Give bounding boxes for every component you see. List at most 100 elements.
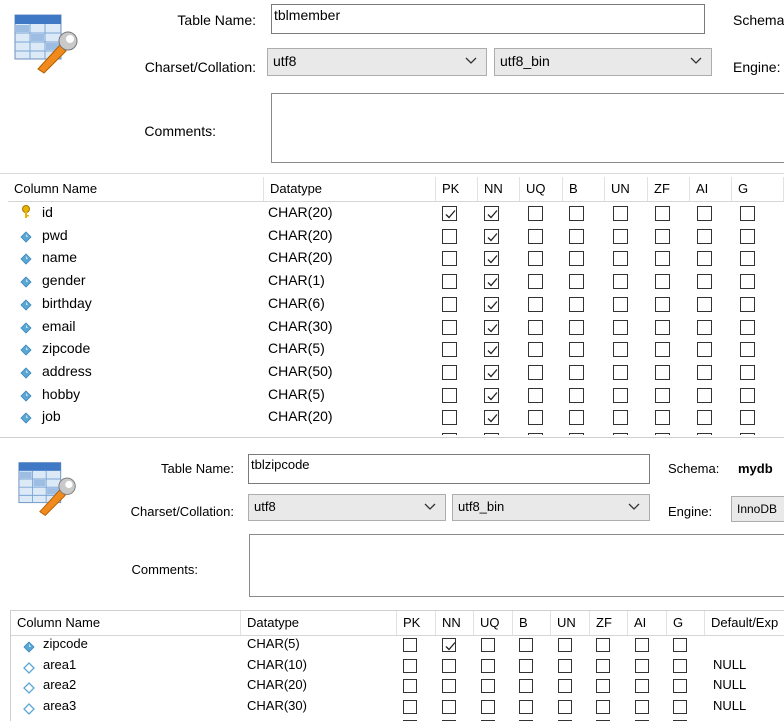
g-checkbox[interactable] <box>740 251 755 267</box>
zf-checkbox[interactable] <box>655 342 670 358</box>
column-name[interactable]: id <box>42 204 53 220</box>
b-checkbox[interactable] <box>569 228 584 244</box>
column-name[interactable]: zipcode <box>42 340 90 356</box>
pk-checkbox[interactable] <box>403 638 417 652</box>
g-checkbox[interactable] <box>740 228 755 244</box>
table-row[interactable]: area2 CHAR(20) NULL <box>11 676 784 697</box>
zf-checkbox[interactable] <box>655 228 670 244</box>
un-checkbox[interactable] <box>613 364 628 380</box>
table-row[interactable]: pwd CHAR(20) <box>8 225 784 248</box>
column-header-datatype[interactable]: Datatype <box>241 611 397 635</box>
pk-checkbox[interactable] <box>403 699 417 714</box>
column-datatype[interactable]: CHAR(6) <box>268 295 325 311</box>
table-row[interactable]: zipcode CHAR(5) <box>8 338 784 361</box>
un-checkbox[interactable] <box>613 410 628 426</box>
column-header-uq[interactable]: UQ <box>520 177 563 201</box>
ai-checkbox[interactable] <box>635 638 649 652</box>
table-row[interactable]: gender CHAR(1) <box>8 270 784 293</box>
ai-checkbox[interactable] <box>697 319 712 335</box>
collation-select[interactable]: utf8_bin <box>494 48 712 76</box>
zf-checkbox[interactable] <box>655 206 670 221</box>
column-name[interactable]: area1 <box>43 657 76 672</box>
table-row[interactable]: hobby CHAR(5) <box>8 384 784 407</box>
charset-select[interactable]: utf8 <box>248 494 446 521</box>
zf-checkbox[interactable] <box>596 638 610 652</box>
uq-checkbox[interactable] <box>528 387 543 403</box>
ai-checkbox[interactable] <box>697 206 712 221</box>
pk-checkbox[interactable] <box>442 206 457 221</box>
ai-checkbox[interactable] <box>697 274 712 290</box>
b-checkbox[interactable] <box>569 319 584 335</box>
column-datatype[interactable]: CHAR(30) <box>268 318 333 334</box>
pk-checkbox[interactable] <box>442 387 457 403</box>
column-header-pk[interactable]: PK <box>397 611 436 635</box>
nn-checkbox[interactable] <box>442 638 456 652</box>
b-checkbox[interactable] <box>519 658 533 673</box>
uq-checkbox[interactable] <box>528 342 543 358</box>
uq-checkbox[interactable] <box>528 228 543 244</box>
table-row[interactable]: address CHAR(50) <box>8 361 784 384</box>
table-row[interactable]: area1 CHAR(10) NULL <box>11 656 784 677</box>
ai-checkbox[interactable] <box>697 296 712 312</box>
table-row[interactable]: birthday CHAR(6) <box>8 293 784 316</box>
column-header-column-name[interactable]: Column Name <box>11 611 241 635</box>
column-header-b[interactable]: B <box>513 611 551 635</box>
b-checkbox[interactable] <box>519 638 533 652</box>
zf-checkbox[interactable] <box>655 364 670 380</box>
ai-checkbox[interactable] <box>697 364 712 380</box>
b-checkbox[interactable] <box>569 387 584 403</box>
comments-textarea[interactable] <box>249 534 784 597</box>
g-checkbox[interactable] <box>740 387 755 403</box>
column-header-zf[interactable]: ZF <box>648 177 690 201</box>
columns-grid[interactable]: Column Name Datatype PK NN UQ B UN ZF AI G id CHAR… <box>8 177 784 435</box>
table-row[interactable]: zipcode CHAR(5) <box>11 635 784 656</box>
column-datatype[interactable]: CHAR(1) <box>268 272 325 288</box>
uq-checkbox[interactable] <box>528 364 543 380</box>
column-datatype[interactable]: CHAR(20) <box>268 249 333 265</box>
nn-checkbox[interactable] <box>484 296 499 312</box>
column-header-un[interactable]: UN <box>551 611 590 635</box>
charset-select[interactable]: utf8 <box>267 48 487 76</box>
ai-checkbox[interactable] <box>635 679 649 693</box>
nn-checkbox[interactable] <box>484 387 499 403</box>
uq-checkbox[interactable] <box>481 638 495 652</box>
pk-checkbox[interactable] <box>403 679 417 693</box>
nn-checkbox[interactable] <box>484 410 499 426</box>
table-row[interactable]: name CHAR(20) <box>8 247 784 270</box>
column-default-value[interactable]: NULL <box>713 657 746 672</box>
table-row[interactable]: area3 CHAR(30) NULL <box>11 697 784 718</box>
column-default-value[interactable]: NULL <box>713 698 746 713</box>
column-datatype[interactable]: CHAR(20) <box>247 677 307 692</box>
column-datatype[interactable]: CHAR(30) <box>247 698 307 713</box>
pk-checkbox[interactable] <box>442 342 457 358</box>
b-checkbox[interactable] <box>519 679 533 693</box>
g-checkbox[interactable] <box>740 319 755 335</box>
uq-checkbox[interactable] <box>481 658 495 673</box>
pk-checkbox[interactable] <box>442 364 457 380</box>
engine-select[interactable]: InnoDB <box>731 496 784 522</box>
column-header-uq[interactable]: UQ <box>474 611 513 635</box>
g-checkbox[interactable] <box>740 206 755 221</box>
g-checkbox[interactable] <box>673 658 687 673</box>
un-checkbox[interactable] <box>558 699 572 714</box>
column-default-value[interactable]: NULL <box>713 677 746 692</box>
column-header-nn[interactable]: NN <box>478 177 520 201</box>
pk-checkbox[interactable] <box>442 228 457 244</box>
ai-checkbox[interactable] <box>697 410 712 426</box>
nn-checkbox[interactable] <box>484 364 499 380</box>
uq-checkbox[interactable] <box>528 296 543 312</box>
uq-checkbox[interactable] <box>528 319 543 335</box>
pk-checkbox[interactable] <box>442 251 457 267</box>
table-row[interactable]: email CHAR(30) <box>8 316 784 339</box>
ai-checkbox[interactable] <box>697 228 712 244</box>
column-header-ai[interactable]: AI <box>690 177 732 201</box>
b-checkbox[interactable] <box>569 251 584 267</box>
b-checkbox[interactable] <box>569 364 584 380</box>
un-checkbox[interactable] <box>613 228 628 244</box>
ai-checkbox[interactable] <box>635 699 649 714</box>
zf-checkbox[interactable] <box>655 387 670 403</box>
nn-checkbox[interactable] <box>442 658 456 673</box>
nn-checkbox[interactable] <box>484 342 499 358</box>
column-datatype[interactable]: CHAR(5) <box>268 386 325 402</box>
uq-checkbox[interactable] <box>481 679 495 693</box>
